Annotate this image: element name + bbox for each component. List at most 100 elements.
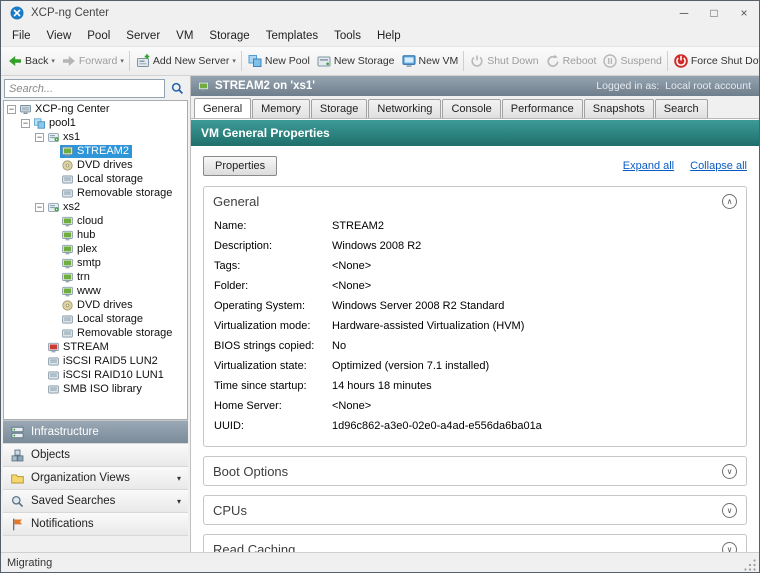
force-shut-down-button[interactable]: Force Shut Down xyxy=(670,51,759,71)
menu-item-tools[interactable]: Tools xyxy=(326,28,369,44)
nav-item-label: Organization Views xyxy=(31,472,130,484)
chevron-down-icon[interactable]: ∨ xyxy=(722,463,737,479)
tree-item-local-storage[interactable]: Local storage xyxy=(4,312,187,326)
minimize-button[interactable]: ─ xyxy=(669,1,699,25)
menu-item-server[interactable]: Server xyxy=(118,28,168,44)
property-row: Time since startup: 14 hours 18 minutes xyxy=(214,376,736,396)
tab-general[interactable]: General xyxy=(194,98,252,118)
section-header-cpus[interactable]: CPUs ∨ xyxy=(204,496,746,524)
nav-item-infrastructure[interactable]: Infrastructure xyxy=(3,421,188,444)
tree-item-trn[interactable]: trn xyxy=(4,270,187,284)
nav-item-objects[interactable]: Objects xyxy=(3,444,188,467)
menu-item-file[interactable]: File xyxy=(4,28,39,44)
section-header-boot-options[interactable]: Boot Options ∨ xyxy=(204,457,746,485)
tree-item-smb-iso-library[interactable]: SMB ISO library xyxy=(4,382,187,396)
section-banner: VM General Properties xyxy=(191,120,759,146)
selection-title: STREAM2 on 'xs1' xyxy=(215,80,316,92)
menu-item-view[interactable]: View xyxy=(39,28,80,44)
storage-icon xyxy=(47,369,60,382)
chevron-down-icon[interactable]: ∨ xyxy=(722,502,737,518)
tree-expander-icon[interactable]: − xyxy=(21,118,30,128)
menu-item-storage[interactable]: Storage xyxy=(201,28,257,44)
new-vm-button[interactable]: New VM xyxy=(398,51,462,71)
collapse-all-link[interactable]: Collapse all xyxy=(690,160,747,172)
dvd-icon xyxy=(61,159,74,172)
shut-down-button[interactable]: Shut Down xyxy=(466,51,541,71)
storage-icon xyxy=(61,327,74,340)
tree-item-dvd-drives[interactable]: DVD drives xyxy=(4,298,187,312)
property-value: 1d96c862-a3e0-02e0-a4ad-e556da6ba01a xyxy=(332,420,542,432)
forward-icon xyxy=(61,53,77,69)
tree-item-xcp-ng-center[interactable]: − XCP-ng Center xyxy=(4,102,187,116)
tree-item-iscsi-raid10-lun1[interactable]: iSCSI RAID10 LUN1 xyxy=(4,368,187,382)
nav-item-saved-searches[interactable]: Saved Searches ▾ xyxy=(3,490,188,513)
menu-item-templates[interactable]: Templates xyxy=(258,28,326,44)
property-value: No xyxy=(332,340,347,352)
new-vm-icon xyxy=(401,53,417,69)
section-read-caching: Read Caching ∨ xyxy=(203,534,747,552)
tree-item-xs2[interactable]: − xs2 xyxy=(4,200,187,214)
tab-storage[interactable]: Storage xyxy=(310,99,368,118)
new-pool-button[interactable]: New Pool xyxy=(244,51,313,71)
chevron-up-icon[interactable]: ∧ xyxy=(722,193,737,209)
vm-running-icon xyxy=(61,271,74,284)
tree-item-iscsi-raid5-lun2[interactable]: iSCSI RAID5 LUN2 xyxy=(4,354,187,368)
resize-grip-icon[interactable] xyxy=(744,559,757,572)
reboot-button[interactable]: Reboot xyxy=(542,51,600,71)
tree-item-removable-storage[interactable]: Removable storage xyxy=(4,326,187,340)
tree-item-plex[interactable]: plex xyxy=(4,242,187,256)
nav-item-label: Saved Searches xyxy=(31,495,116,507)
tree-item-label: trn xyxy=(77,271,90,283)
back-button[interactable]: Back ▾ xyxy=(4,51,58,71)
tree-expander-icon[interactable]: − xyxy=(35,202,44,212)
tree-item-stream[interactable]: STREAM xyxy=(4,340,187,354)
tab-snapshots[interactable]: Snapshots xyxy=(583,99,654,118)
tab-console[interactable]: Console xyxy=(442,99,501,118)
search-input[interactable] xyxy=(4,79,165,98)
tree-expander-icon[interactable]: − xyxy=(35,132,44,142)
toolbar-separator xyxy=(240,51,242,71)
search-button[interactable] xyxy=(168,79,187,98)
property-row: Name: STREAM2 xyxy=(214,216,736,236)
nav-item-organization-views[interactable]: Organization Views ▾ xyxy=(3,467,188,490)
tree-item-label: xs1 xyxy=(63,131,81,143)
tree-item-hub[interactable]: hub xyxy=(4,228,187,242)
close-button[interactable]: × xyxy=(729,1,759,25)
vm-running-icon xyxy=(61,215,74,228)
maximize-button[interactable]: □ xyxy=(699,1,729,25)
forward-button[interactable]: Forward ▾ xyxy=(58,51,127,71)
section-header-read-caching[interactable]: Read Caching ∨ xyxy=(204,535,746,552)
vm-running-icon xyxy=(61,257,74,270)
tree-item-local-storage[interactable]: Local storage xyxy=(4,172,187,186)
tree-item-xs1[interactable]: − xs1 xyxy=(4,130,187,144)
property-label: UUID: xyxy=(214,420,244,432)
center-icon xyxy=(19,103,32,116)
tree-item-www[interactable]: www xyxy=(4,284,187,298)
tree-item-dvd-drives[interactable]: DVD drives xyxy=(4,158,187,172)
tree-expander-icon[interactable]: − xyxy=(7,104,16,114)
tab-memory[interactable]: Memory xyxy=(252,99,310,118)
new-storage-button[interactable]: New Storage xyxy=(313,51,398,71)
tab-search[interactable]: Search xyxy=(654,99,708,118)
chevron-down-icon[interactable]: ∨ xyxy=(722,541,737,552)
tree-item-label: cloud xyxy=(77,215,104,227)
tree-item-pool1[interactable]: − pool1 xyxy=(4,116,187,130)
nav-item-notifications[interactable]: Notifications xyxy=(3,513,188,536)
tree-item-removable-storage[interactable]: Removable storage xyxy=(4,186,187,200)
tree-item-cloud[interactable]: cloud xyxy=(4,214,187,228)
tree-item-smtp[interactable]: smtp xyxy=(4,256,187,270)
menu-item-help[interactable]: Help xyxy=(369,28,409,44)
menu-item-pool[interactable]: Pool xyxy=(79,28,118,44)
tree-item-label: DVD drives xyxy=(77,299,133,311)
add-new-server-button[interactable]: Add New Server ▾ xyxy=(132,51,239,71)
vm-stopped-icon xyxy=(47,341,60,354)
menu-item-vm[interactable]: VM xyxy=(168,28,201,44)
section-header-general[interactable]: General ∧ xyxy=(204,187,746,215)
properties-button[interactable]: Properties xyxy=(203,156,278,176)
toolbar: Back ▾ Forward ▾ Add New Server ▾ New Pool New … xyxy=(1,46,759,76)
tab-performance[interactable]: Performance xyxy=(501,99,583,118)
tree-item-stream2[interactable]: STREAM2 xyxy=(4,144,187,158)
expand-all-link[interactable]: Expand all xyxy=(623,160,674,172)
suspend-button[interactable]: Suspend xyxy=(599,51,664,71)
tab-networking[interactable]: Networking xyxy=(368,99,442,118)
